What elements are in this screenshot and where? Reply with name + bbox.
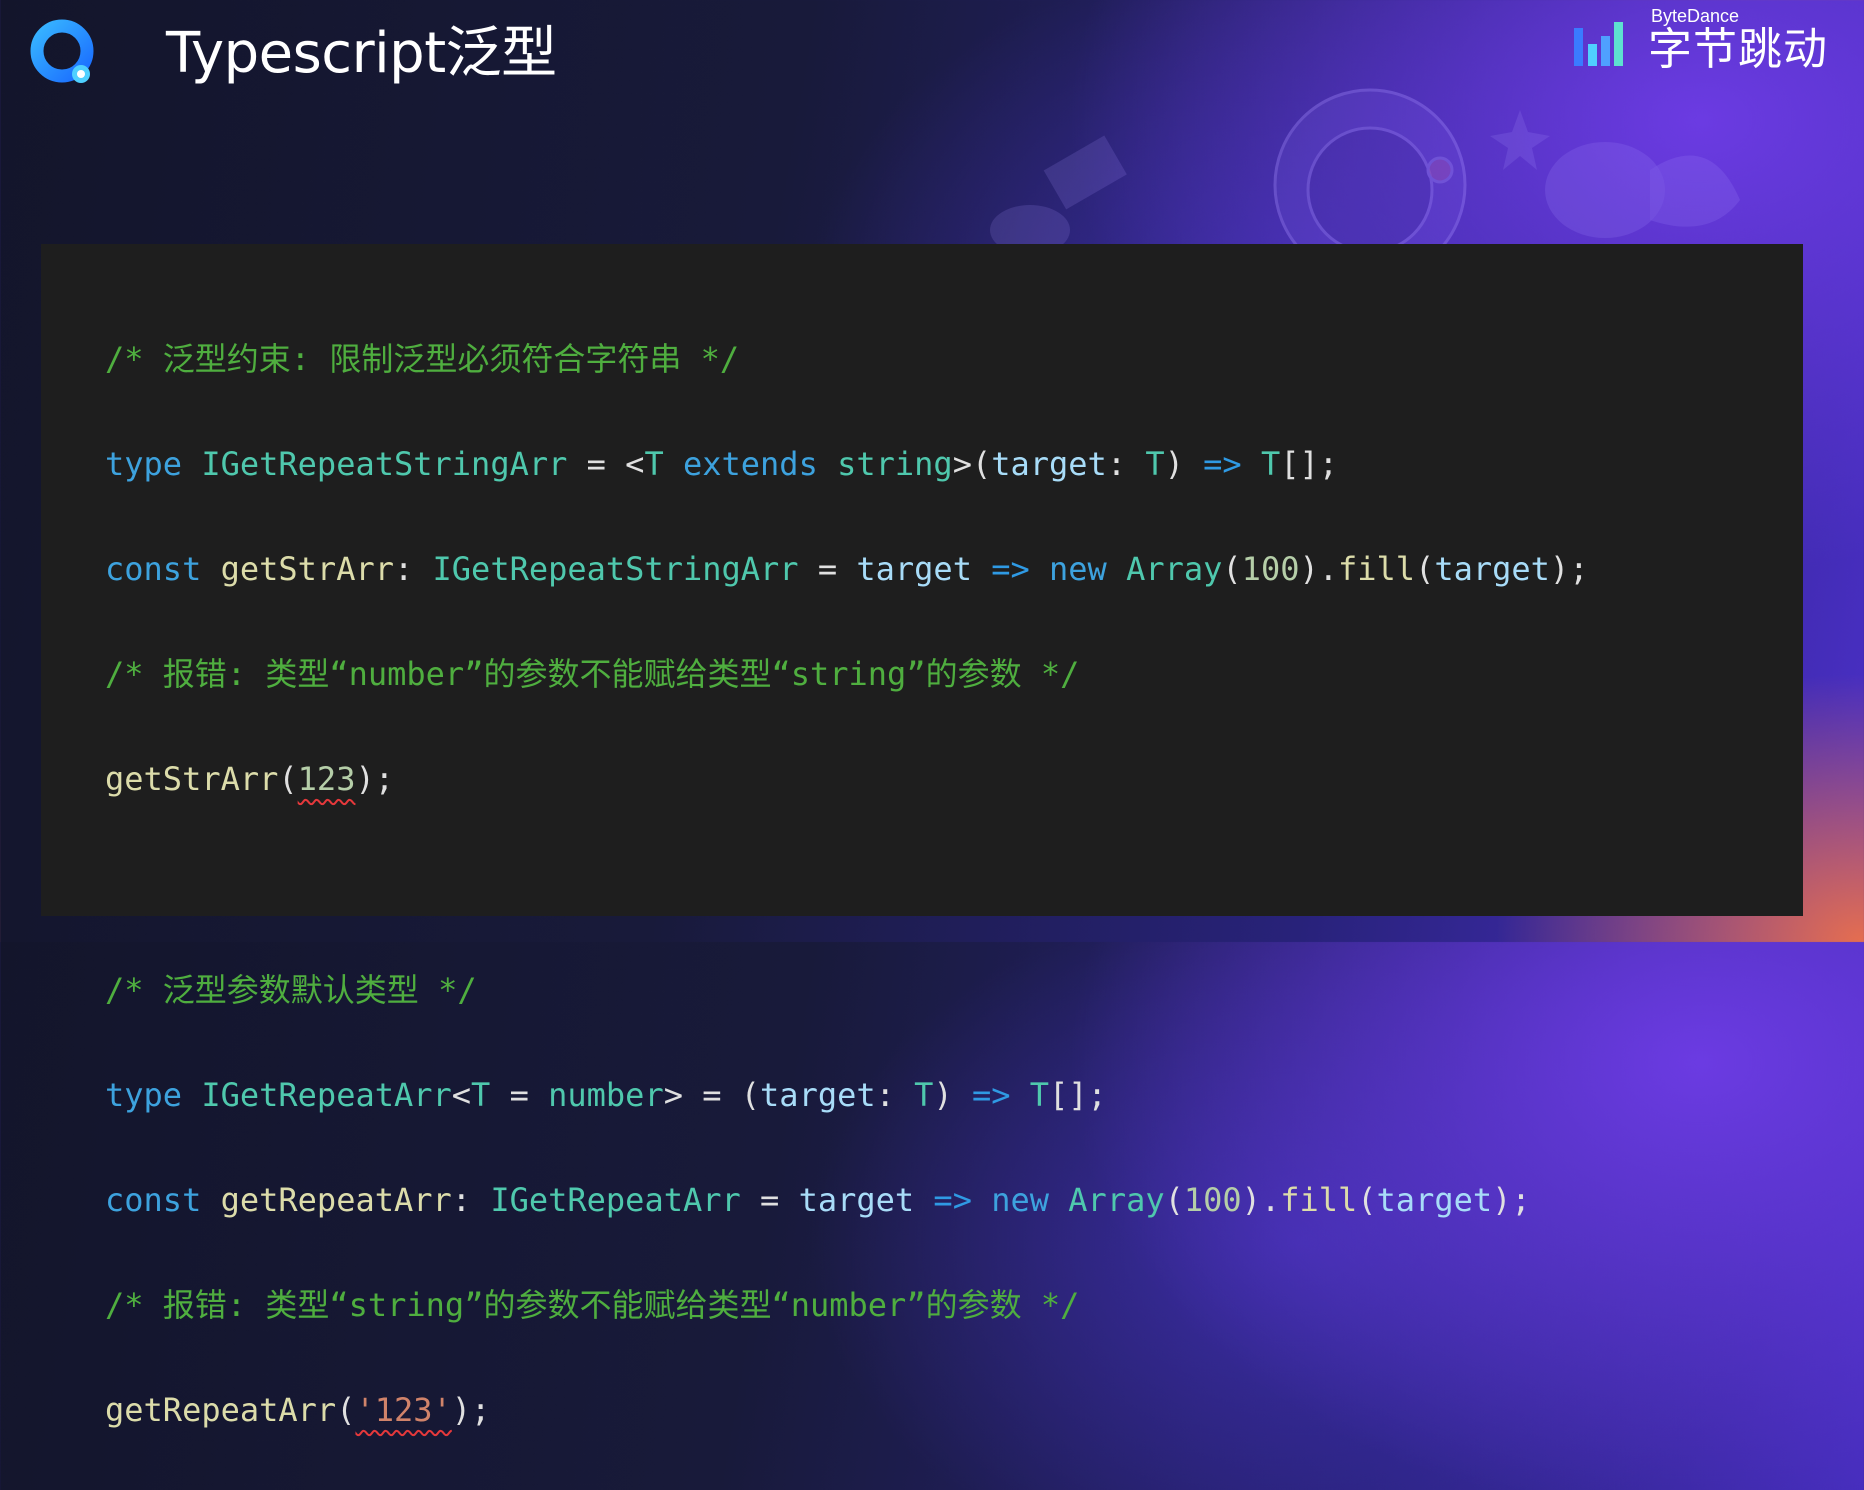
keyword: const [105,1181,202,1220]
code-line-4: /* 报错: 类型“number”的参数不能赋给类型“string”的参数 */ [105,648,1588,701]
function-identifier: fill [1338,549,1416,588]
function-identifier: getStrArr [220,549,394,588]
keyword: type [105,1075,183,1114]
type-identifier: Array [1068,1181,1165,1220]
arrow-operator: => [1203,444,1242,483]
type-identifier: IGetRepeatStringArr [432,549,799,588]
code-line-11: getRepeatArr('123'); [105,1391,491,1430]
type-parameter: T [1029,1075,1050,1114]
function-identifier: getRepeatArr [220,1181,452,1220]
code-panel: /* 泛型约束: 限制泛型必须符合字符串 */ type IGetRepeatS… [41,244,1803,1429]
arrow-operator: => [933,1181,972,1220]
type-parameter: T [1145,444,1165,483]
code-line-5: getStrArr(123); [105,760,394,799]
type-identifier: number [548,1075,664,1114]
keyword: const [105,549,202,588]
parameter: target [760,1075,876,1114]
code-block: /* 泛型约束: 限制泛型必须符合字符串 */ type IGetRepeatS… [105,280,1588,1490]
code-line-9: const getRepeatArr: IGetRepeatArr = targ… [105,1181,1531,1220]
code-comment: /* 报错: 类型“string”的参数不能赋给类型“number”的参数 */ [105,1286,1080,1325]
code-comment: /* 报错: 类型“number”的参数不能赋给类型“string”的参数 */ [105,655,1080,694]
type-identifier: string [837,444,953,483]
parameter: target [798,1181,915,1220]
function-identifier: getRepeatArr [105,1391,337,1430]
code-line-10: /* 报错: 类型“string”的参数不能赋给类型“number”的参数 */ [105,1279,1588,1332]
type-parameter: T [471,1075,491,1114]
function-identifier: fill [1280,1181,1358,1220]
parameter: target [1376,1181,1493,1220]
code-comment: /* 泛型参数默认类型 */ [105,970,477,1009]
code-line-3: const getStrArr: IGetRepeatStringArr = t… [105,549,1589,588]
keyword: type [105,444,183,483]
error-argument: 123 [297,760,356,799]
number-literal: 100 [1183,1181,1242,1220]
keyword: extends [682,444,818,483]
keyword: new [991,1181,1050,1220]
arrow-operator: => [991,549,1030,588]
code-line-2: type IGetRepeatStringArr = <T extends st… [105,444,1338,483]
code-comment: /* 泛型约束: 限制泛型必须符合字符串 */ [105,339,740,378]
type-parameter: T [644,444,664,483]
brand-name-cn: 字节跳动 [1648,24,1828,75]
type-identifier: IGetRepeatArr [490,1181,741,1220]
type-identifier: IGetRepeatArr [201,1075,452,1114]
slide-title: Typescript泛型 [166,21,557,86]
parameter: target [991,444,1107,483]
code-line-8: type IGetRepeatArr<T = number> = (target… [105,1075,1107,1114]
error-argument: '123' [355,1391,452,1430]
parameter: target [1434,549,1550,588]
number-literal: 100 [1241,549,1300,588]
parameter: target [856,549,972,588]
type-identifier: IGetRepeatStringArr [201,444,568,483]
type-parameter: T [914,1075,934,1114]
app-logo-icon [30,19,94,83]
type-identifier: Array [1126,549,1223,588]
code-line-1: /* 泛型约束: 限制泛型必须符合字符串 */ [105,333,1588,386]
keyword: new [1049,549,1107,588]
code-line-7: /* 泛型参数默认类型 */ [105,964,1588,1017]
arrow-operator: => [971,1075,1011,1114]
type-parameter: T [1260,444,1281,483]
function-identifier: getStrArr [105,760,279,799]
